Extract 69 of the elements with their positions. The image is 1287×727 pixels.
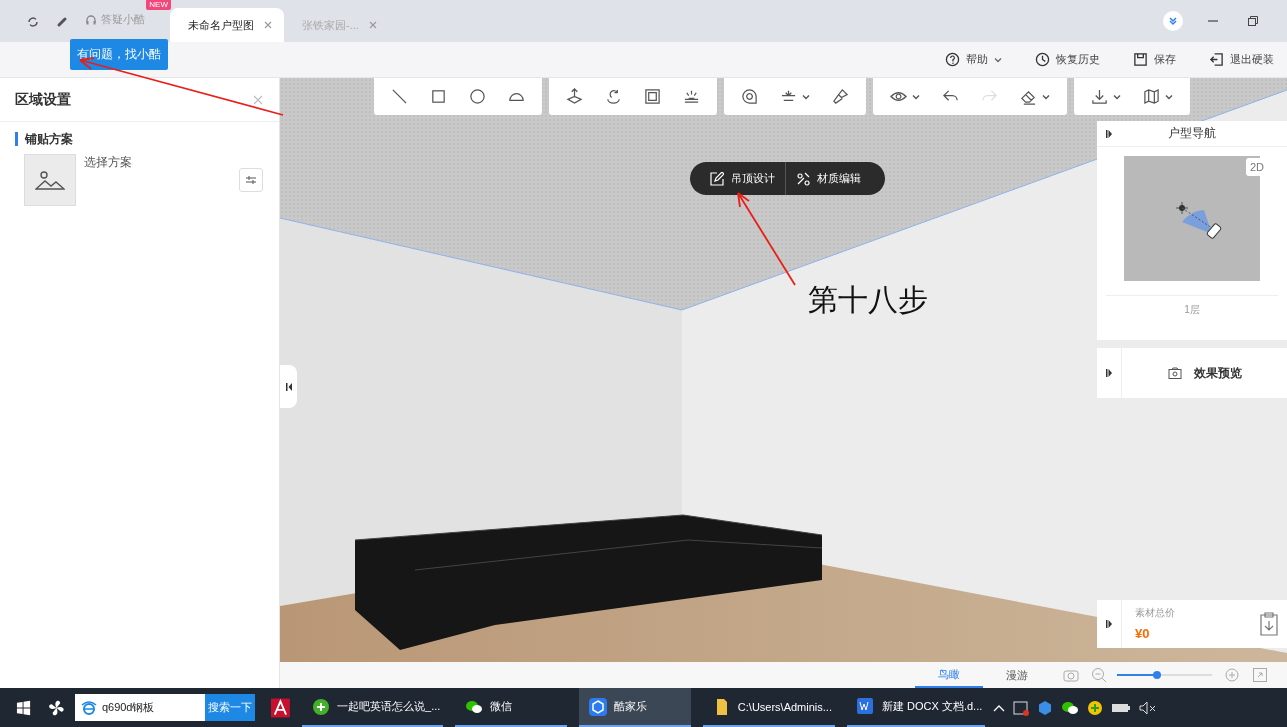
toolbar-button[interactable]: 保存 <box>1133 52 1176 67</box>
tooltip: 有问题，找小酷 <box>70 39 168 70</box>
close-icon[interactable] <box>368 21 377 29</box>
search-field[interactable]: q690d钢板 <box>74 694 206 721</box>
slider-handle[interactable] <box>1152 671 1161 679</box>
image-icon <box>35 170 65 190</box>
menu-item[interactable]: 吊顶设计 <box>700 171 785 186</box>
toolbar-button[interactable]: 恢复历史 <box>1035 52 1100 67</box>
collapse-panel-button[interactable] <box>280 365 297 408</box>
taskbar-app[interactable]: C:\Users\Adminis... <box>702 688 835 727</box>
expand-icon[interactable] <box>1106 130 1112 138</box>
clock-icon <box>1035 52 1050 67</box>
speaker-muted-icon[interactable] <box>1138 700 1157 715</box>
image-placeholder[interactable] <box>24 154 76 206</box>
document-tab[interactable]: 未命名户型图 <box>170 8 284 42</box>
menu-item[interactable]: 材质编辑 <box>785 162 871 195</box>
taskbar-app[interactable]: 新建 DOCX 文档.d... <box>847 688 985 727</box>
camera-icon <box>1167 367 1182 379</box>
camera-icon[interactable] <box>1063 668 1079 682</box>
double-chevron-icon <box>1168 16 1178 26</box>
restore-icon[interactable] <box>1247 15 1259 27</box>
taskbar-app[interactable]: 微信 <box>454 688 567 727</box>
cube-icon[interactable] <box>1036 699 1053 716</box>
collapse-left-icon <box>285 382 292 391</box>
hexagon-app-icon <box>588 697 607 716</box>
help-icon <box>945 52 960 67</box>
caret-icon <box>1113 92 1121 101</box>
material-icon <box>796 171 810 186</box>
refresh-icon[interactable] <box>27 16 39 28</box>
expand-icon[interactable] <box>1106 369 1112 377</box>
caret-icon <box>912 92 920 101</box>
chat-icon[interactable] <box>1060 699 1079 716</box>
annotation-text: 第十八步 <box>808 282 928 318</box>
toolbar-button[interactable]: 退出硬装 <box>1209 52 1274 67</box>
sliders-icon <box>245 174 257 186</box>
price-value: ¥0 <box>1135 626 1151 641</box>
adjust-button[interactable] <box>239 168 263 192</box>
close-icon[interactable] <box>264 21 272 29</box>
caret-icon <box>1165 92 1173 101</box>
windows-start-icon[interactable] <box>16 699 32 716</box>
headphones-icon <box>85 13 97 26</box>
browser-icon <box>80 699 97 716</box>
new-badge: NEW <box>146 0 171 10</box>
collapse-button[interactable] <box>1163 11 1183 31</box>
scheme-label: 选择方案 <box>84 154 133 171</box>
edit-icon <box>710 171 724 186</box>
exit-icon <box>1209 52 1224 67</box>
plus-circle-icon[interactable] <box>1086 699 1103 716</box>
view-tab[interactable]: 漫游 <box>983 662 1051 688</box>
taskbar-app[interactable]: 一起吧英语怎么说_... <box>302 688 443 727</box>
toolbar-button[interactable]: 帮助 <box>945 52 1002 67</box>
preview-button[interactable]: 效果预览 <box>1122 348 1287 398</box>
battery-icon[interactable] <box>1110 701 1131 714</box>
caret-icon <box>802 92 810 101</box>
fullscreen-icon[interactable] <box>1252 667 1268 683</box>
price-label: 素材总价 <box>1135 606 1176 620</box>
tray-app-icon[interactable] <box>1012 699 1029 716</box>
search-button[interactable]: 搜索一下 <box>205 694 256 721</box>
expand-icon[interactable] <box>1106 620 1112 628</box>
clipboard-download-icon[interactable] <box>1259 612 1279 636</box>
autocad-icon[interactable] <box>271 697 290 718</box>
panel-title: 区域设置 <box>15 90 71 109</box>
taskbar-app[interactable]: 酷家乐 <box>578 688 691 727</box>
caret-icon <box>1042 92 1050 101</box>
save-icon <box>1133 52 1148 67</box>
document-icon <box>857 697 875 716</box>
chevron-up-icon[interactable] <box>992 703 1005 712</box>
panel-title: 户型导航 <box>1168 125 1216 142</box>
caret-icon <box>994 55 1002 64</box>
